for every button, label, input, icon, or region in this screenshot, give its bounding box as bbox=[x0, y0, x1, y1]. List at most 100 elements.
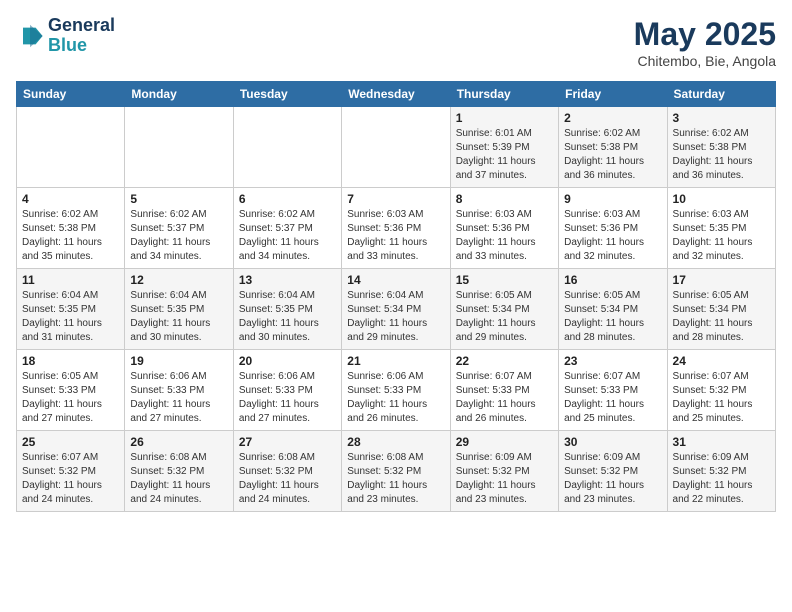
day-info: Sunrise: 6:08 AM Sunset: 5:32 PM Dayligh… bbox=[130, 451, 227, 507]
table-row: 5 Sunrise: 6:02 AM Sunset: 5:37 PM Daylig… bbox=[125, 188, 233, 269]
day-number: 16 bbox=[564, 273, 661, 287]
day-info: Sunrise: 6:03 AM Sunset: 5:35 PM Dayligh… bbox=[673, 208, 770, 264]
table-row: 4 Sunrise: 6:02 AM Sunset: 5:38 PM Daylig… bbox=[17, 188, 125, 269]
table-row: 17 Sunrise: 6:05 AM Sunset: 5:34 PM Dayli… bbox=[667, 269, 775, 350]
table-row: 23Sunrise: 6:07 AM Sunset: 5:33 PM Dayli… bbox=[559, 350, 667, 431]
table-row bbox=[233, 107, 341, 188]
header-wednesday: Wednesday bbox=[342, 82, 450, 107]
day-info: Sunrise: 6:05 AM Sunset: 5:34 PM Dayligh… bbox=[564, 289, 661, 345]
table-row: 10 Sunrise: 6:03 AM Sunset: 5:35 PM Dayli… bbox=[667, 188, 775, 269]
day-number: 14 bbox=[347, 273, 444, 287]
calendar-week-row: 25 Sunrise: 6:07 AM Sunset: 5:32 PM Dayli… bbox=[17, 431, 776, 512]
day-info: Sunrise: 6:09 AM Sunset: 5:32 PM Dayligh… bbox=[564, 451, 661, 507]
table-row: 19 Sunrise: 6:06 AM Sunset: 5:33 PM Dayli… bbox=[125, 350, 233, 431]
day-number: 1 bbox=[456, 111, 553, 125]
table-row: 8 Sunrise: 6:03 AM Sunset: 5:36 PM Daylig… bbox=[450, 188, 558, 269]
table-row: 3 Sunrise: 6:02 AM Sunset: 5:38 PM Daylig… bbox=[667, 107, 775, 188]
day-info: Sunrise: 6:07 AM Sunset: 5:32 PM Dayligh… bbox=[22, 451, 119, 507]
table-row: 12Sunrise: 6:04 AM Sunset: 5:35 PM Dayli… bbox=[125, 269, 233, 350]
day-info: Sunrise: 6:06 AM Sunset: 5:33 PM Dayligh… bbox=[239, 370, 336, 426]
day-info: Sunrise: 6:06 AM Sunset: 5:33 PM Dayligh… bbox=[130, 370, 227, 426]
day-number: 22 bbox=[456, 354, 553, 368]
day-info: Sunrise: 6:05 AM Sunset: 5:34 PM Dayligh… bbox=[456, 289, 553, 345]
day-info: Sunrise: 6:02 AM Sunset: 5:38 PM Dayligh… bbox=[22, 208, 119, 264]
day-number: 28 bbox=[347, 435, 444, 449]
day-number: 17 bbox=[673, 273, 770, 287]
table-row: 20 Sunrise: 6:06 AM Sunset: 5:33 PM Dayli… bbox=[233, 350, 341, 431]
day-number: 10 bbox=[673, 192, 770, 206]
table-row: 31 Sunrise: 6:09 AM Sunset: 5:32 PM Dayli… bbox=[667, 431, 775, 512]
day-number: 3 bbox=[673, 111, 770, 125]
table-row: 30 Sunrise: 6:09 AM Sunset: 5:32 PM Dayli… bbox=[559, 431, 667, 512]
table-row: 26 Sunrise: 6:08 AM Sunset: 5:32 PM Dayli… bbox=[125, 431, 233, 512]
day-number: 26 bbox=[130, 435, 227, 449]
day-number: 12 bbox=[130, 273, 227, 287]
header-monday: Monday bbox=[125, 82, 233, 107]
day-number: 31 bbox=[673, 435, 770, 449]
calendar-header-row: Sunday Monday Tuesday Wednesday Thursday… bbox=[17, 82, 776, 107]
day-number: 27 bbox=[239, 435, 336, 449]
day-info: Sunrise: 6:06 AM Sunset: 5:33 PM Dayligh… bbox=[347, 370, 444, 426]
table-row: 16 Sunrise: 6:05 AM Sunset: 5:34 PM Dayli… bbox=[559, 269, 667, 350]
day-number: 21 bbox=[347, 354, 444, 368]
day-info: Sunrise: 6:08 AM Sunset: 5:32 PM Dayligh… bbox=[239, 451, 336, 507]
header-thursday: Thursday bbox=[450, 82, 558, 107]
day-info: Sunrise: 6:03 AM Sunset: 5:36 PM Dayligh… bbox=[456, 208, 553, 264]
header-sunday: Sunday bbox=[17, 82, 125, 107]
day-number: 19 bbox=[130, 354, 227, 368]
table-row: 2Sunrise: 6:02 AM Sunset: 5:38 PM Daylig… bbox=[559, 107, 667, 188]
table-row bbox=[342, 107, 450, 188]
day-number: 20 bbox=[239, 354, 336, 368]
day-info: Sunrise: 6:08 AM Sunset: 5:32 PM Dayligh… bbox=[347, 451, 444, 507]
day-number: 9 bbox=[564, 192, 661, 206]
table-row bbox=[125, 107, 233, 188]
calendar-week-row: 18Sunrise: 6:05 AM Sunset: 5:33 PM Dayli… bbox=[17, 350, 776, 431]
day-number: 15 bbox=[456, 273, 553, 287]
table-row: 1Sunrise: 6:01 AM Sunset: 5:39 PM Daylig… bbox=[450, 107, 558, 188]
day-number: 30 bbox=[564, 435, 661, 449]
table-row: 18Sunrise: 6:05 AM Sunset: 5:33 PM Dayli… bbox=[17, 350, 125, 431]
day-number: 23 bbox=[564, 354, 661, 368]
day-number: 6 bbox=[239, 192, 336, 206]
calendar-table: Sunday Monday Tuesday Wednesday Thursday… bbox=[16, 81, 776, 512]
table-row: 22 Sunrise: 6:07 AM Sunset: 5:33 PM Dayli… bbox=[450, 350, 558, 431]
day-info: Sunrise: 6:09 AM Sunset: 5:32 PM Dayligh… bbox=[673, 451, 770, 507]
day-info: Sunrise: 6:07 AM Sunset: 5:32 PM Dayligh… bbox=[673, 370, 770, 426]
day-number: 13 bbox=[239, 273, 336, 287]
calendar-week-row: 1Sunrise: 6:01 AM Sunset: 5:39 PM Daylig… bbox=[17, 107, 776, 188]
day-number: 4 bbox=[22, 192, 119, 206]
day-number: 5 bbox=[130, 192, 227, 206]
table-row: 7Sunrise: 6:03 AM Sunset: 5:36 PM Daylig… bbox=[342, 188, 450, 269]
table-row: 21 Sunrise: 6:06 AM Sunset: 5:33 PM Dayli… bbox=[342, 350, 450, 431]
day-number: 25 bbox=[22, 435, 119, 449]
day-number: 11 bbox=[22, 273, 119, 287]
table-row: 15 Sunrise: 6:05 AM Sunset: 5:34 PM Dayli… bbox=[450, 269, 558, 350]
table-row: 9Sunrise: 6:03 AM Sunset: 5:36 PM Daylig… bbox=[559, 188, 667, 269]
day-number: 29 bbox=[456, 435, 553, 449]
table-row: 11 Sunrise: 6:04 AM Sunset: 5:35 PM Dayli… bbox=[17, 269, 125, 350]
title-area: May 2025 Chitembo, Bie, Angola bbox=[634, 16, 776, 69]
calendar-week-row: 4 Sunrise: 6:02 AM Sunset: 5:38 PM Daylig… bbox=[17, 188, 776, 269]
day-number: 8 bbox=[456, 192, 553, 206]
calendar-week-row: 11 Sunrise: 6:04 AM Sunset: 5:35 PM Dayli… bbox=[17, 269, 776, 350]
table-row: 28 Sunrise: 6:08 AM Sunset: 5:32 PM Dayli… bbox=[342, 431, 450, 512]
header-saturday: Saturday bbox=[667, 82, 775, 107]
header-tuesday: Tuesday bbox=[233, 82, 341, 107]
table-row: 25 Sunrise: 6:07 AM Sunset: 5:32 PM Dayli… bbox=[17, 431, 125, 512]
location-subtitle: Chitembo, Bie, Angola bbox=[634, 53, 776, 69]
day-info: Sunrise: 6:07 AM Sunset: 5:33 PM Dayligh… bbox=[456, 370, 553, 426]
page-header: GeneralBlue May 2025 Chitembo, Bie, Ango… bbox=[16, 16, 776, 69]
day-info: Sunrise: 6:09 AM Sunset: 5:32 PM Dayligh… bbox=[456, 451, 553, 507]
day-info: Sunrise: 6:02 AM Sunset: 5:37 PM Dayligh… bbox=[239, 208, 336, 264]
day-info: Sunrise: 6:04 AM Sunset: 5:34 PM Dayligh… bbox=[347, 289, 444, 345]
day-info: Sunrise: 6:05 AM Sunset: 5:34 PM Dayligh… bbox=[673, 289, 770, 345]
logo-icon bbox=[16, 22, 44, 50]
table-row: 24 Sunrise: 6:07 AM Sunset: 5:32 PM Dayli… bbox=[667, 350, 775, 431]
day-info: Sunrise: 6:04 AM Sunset: 5:35 PM Dayligh… bbox=[22, 289, 119, 345]
day-info: Sunrise: 6:02 AM Sunset: 5:37 PM Dayligh… bbox=[130, 208, 227, 264]
day-number: 2 bbox=[564, 111, 661, 125]
day-info: Sunrise: 6:05 AM Sunset: 5:33 PM Dayligh… bbox=[22, 370, 119, 426]
day-info: Sunrise: 6:02 AM Sunset: 5:38 PM Dayligh… bbox=[673, 127, 770, 183]
day-number: 24 bbox=[673, 354, 770, 368]
header-friday: Friday bbox=[559, 82, 667, 107]
